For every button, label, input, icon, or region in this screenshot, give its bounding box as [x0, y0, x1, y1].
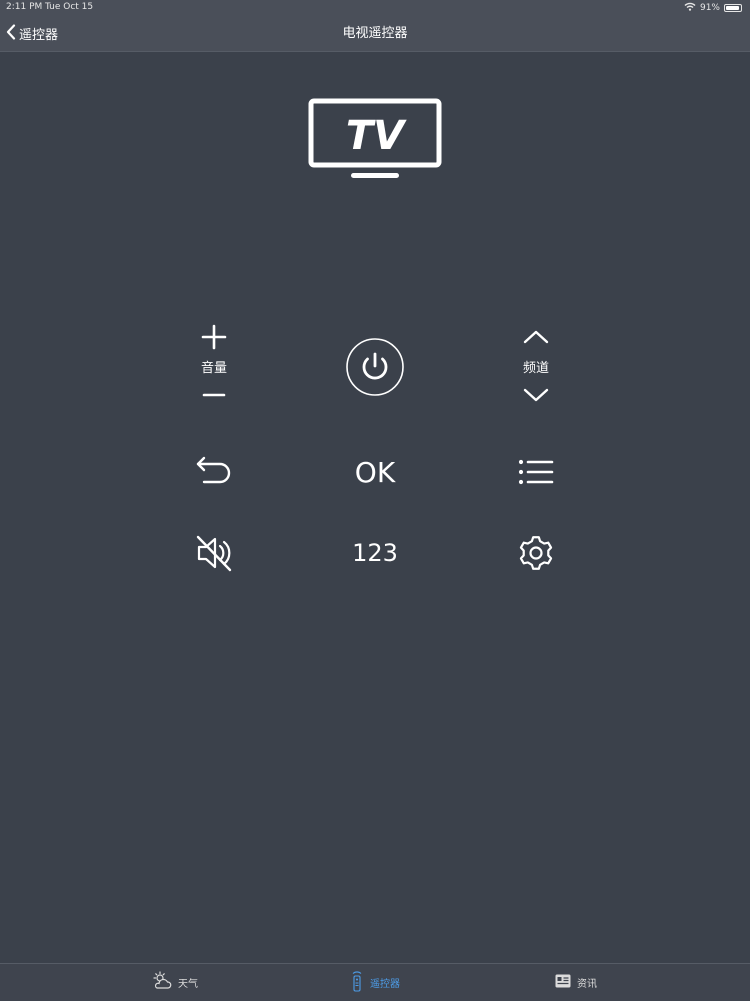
return-button[interactable] — [192, 452, 236, 492]
chevron-down-icon — [523, 387, 549, 403]
chevron-up-icon — [523, 329, 549, 345]
mute-button[interactable] — [192, 532, 236, 574]
menu-list-icon — [517, 457, 555, 487]
volume-up-button[interactable] — [198, 322, 230, 352]
volume-label: 音量 — [200, 361, 227, 376]
mute-icon — [194, 533, 234, 573]
channel-label: 频道 — [522, 361, 549, 376]
tv-logo-text: TV — [346, 113, 407, 159]
channel-down-button[interactable] — [520, 383, 552, 407]
status-right: 91% — [684, 2, 742, 14]
menu-button[interactable] — [514, 452, 558, 492]
news-icon — [555, 973, 571, 992]
tab-news[interactable]: 资讯 — [555, 964, 597, 1001]
number-pad-button[interactable]: 123 — [340, 532, 410, 574]
wifi-icon — [684, 2, 696, 14]
ok-label: OK — [354, 455, 396, 489]
battery-percent: 91% — [699, 3, 720, 13]
tab-remote[interactable]: 遥控器 — [350, 964, 400, 1001]
back-arrow-icon — [194, 454, 234, 490]
battery-level — [726, 6, 739, 10]
power-button[interactable] — [345, 337, 405, 397]
tv-logo: TV — [308, 98, 442, 182]
weather-icon — [152, 970, 172, 995]
gear-icon — [516, 533, 556, 573]
tab-weather[interactable]: 天气 — [152, 964, 198, 1001]
volume-down-button[interactable] — [198, 382, 230, 408]
tab-bar: 天气 遥控器 资讯 — [0, 963, 750, 1001]
ok-button[interactable]: OK — [340, 450, 410, 494]
navigation-bar: 遥控器 电视遥控器 — [0, 16, 750, 52]
status-time: 2:11 PM — [6, 2, 43, 12]
number-pad-label: 123 — [352, 539, 398, 567]
tab-label: 天气 — [178, 979, 198, 990]
plus-icon — [201, 324, 227, 350]
channel-up-button[interactable] — [520, 325, 552, 349]
battery-icon — [724, 4, 742, 12]
minus-icon — [201, 390, 227, 400]
page-title: 电视遥控器 — [342, 26, 408, 41]
settings-button[interactable] — [514, 532, 558, 574]
remote-icon — [350, 970, 364, 996]
tab-label: 资讯 — [577, 979, 597, 990]
tab-label: 遥控器 — [370, 979, 400, 990]
power-icon — [345, 337, 405, 397]
status-bar: 2:11 PM Tue Oct 15 91% — [0, 0, 750, 16]
status-date: Tue Oct 15 — [45, 2, 94, 12]
